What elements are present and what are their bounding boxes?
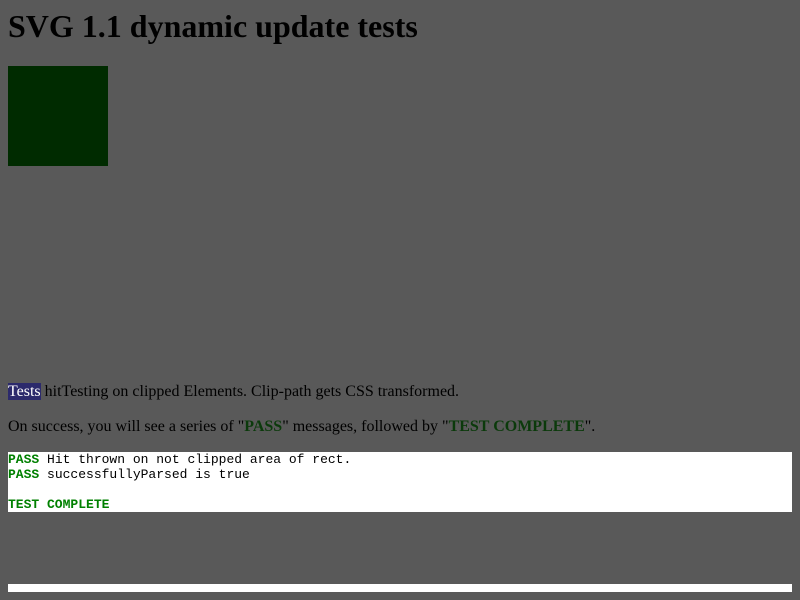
- console-line: TEST COMPLETE: [8, 497, 792, 512]
- selected-word: Tests: [8, 383, 41, 400]
- pass-label: PASS: [8, 467, 40, 482]
- instructions-middle: " messages, followed by ": [282, 418, 449, 435]
- console-message: Hit thrown on not clipped area of rect.: [39, 452, 352, 467]
- console-line: PASS successfullyParsed is true: [8, 467, 792, 482]
- test-svg[interactable]: [8, 66, 108, 166]
- test-console: PASS Hit thrown on not clipped area of r…: [8, 452, 792, 512]
- clipped-rect[interactable]: [8, 66, 108, 166]
- console-line: PASS Hit thrown on not clipped area of r…: [8, 452, 792, 467]
- bottom-bar: [8, 584, 792, 592]
- test-instructions: On success, you will see a series of "PA…: [8, 417, 595, 436]
- pass-label: PASS: [8, 452, 40, 467]
- console-message: successfullyParsed is true: [39, 467, 250, 482]
- console-spacer: [8, 482, 792, 497]
- description-text: hitTesting on clipped Elements. Clip-pat…: [40, 383, 460, 400]
- test-complete-label: TEST COMPLETE: [8, 497, 110, 512]
- instructions-suffix: ".: [584, 418, 596, 435]
- test-description: Tests hitTesting on clipped Elements. Cl…: [8, 382, 459, 401]
- complete-keyword: TEST COMPLETE: [448, 418, 585, 435]
- pass-keyword: PASS: [244, 418, 283, 435]
- instructions-prefix: On success, you will see a series of ": [8, 418, 245, 435]
- page-title: SVG 1.1 dynamic update tests: [8, 8, 418, 44]
